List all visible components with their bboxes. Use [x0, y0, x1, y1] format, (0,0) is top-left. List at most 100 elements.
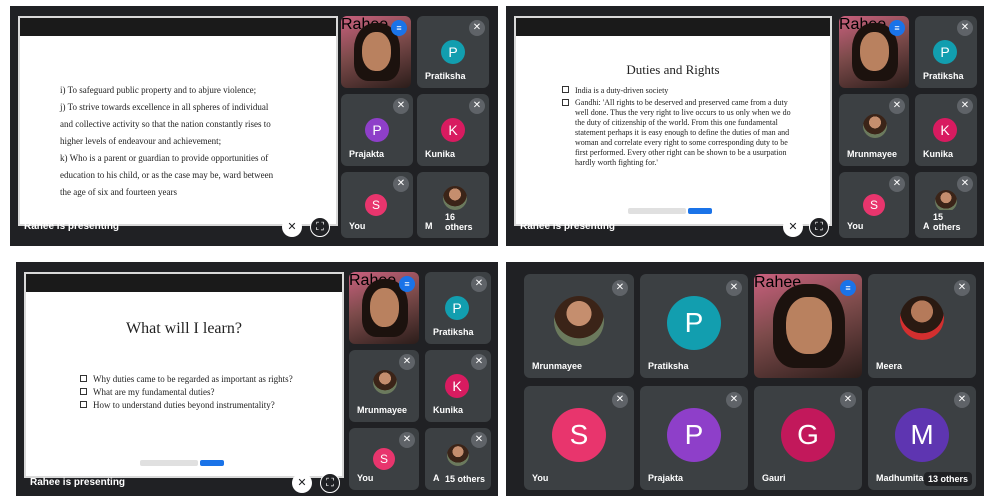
video-tile[interactable]: ✕ P Pratiksha [425, 272, 491, 344]
video-tile[interactable]: ✕ S You [349, 428, 419, 490]
video-tile-others[interactable]: ✕ A 15 others [915, 172, 977, 238]
mic-off-icon: ✕ [726, 280, 742, 296]
avatar: S [552, 408, 606, 462]
avatar [554, 296, 604, 346]
participant-name: Mrunmayee [532, 361, 583, 371]
avatar: K [445, 374, 469, 398]
video-tile[interactable]: ✕ Meera [868, 274, 976, 378]
video-tile[interactable]: ✕ P Pratiksha [417, 16, 489, 88]
video-tile[interactable]: ✕ G Gauri [754, 386, 862, 490]
mic-off-icon[interactable]: ✕ [292, 473, 312, 493]
slide-line: j) To strive towards excellence in all s… [60, 102, 269, 112]
slide-bullet: India is a duty-driven society [575, 86, 669, 95]
audio-wave-icon: ≡ [399, 276, 415, 292]
others-count[interactable]: 13 others [923, 472, 972, 486]
mic-off-icon: ✕ [393, 98, 409, 114]
audio-wave-icon: ≡ [391, 20, 407, 36]
mic-off-icon: ✕ [399, 432, 415, 448]
video-tile[interactable]: ✕ S You [524, 386, 634, 490]
avatar: K [933, 118, 957, 142]
slide-bullet: Gandhi: 'All rights to be deserved and p… [575, 98, 791, 167]
video-tile-others[interactable]: ✕ A 15 others [425, 428, 491, 490]
mic-off-icon: ✕ [957, 98, 973, 114]
meet-panel-4: ✕ Mrunmayee ✕ P Pratiksha ≡ Rahee ✕ Meer… [506, 262, 984, 496]
slide-bullet: Why duties came to be regarded as import… [93, 374, 293, 384]
fullscreen-icon[interactable]: ⛶ [809, 217, 829, 237]
fullscreen-icon[interactable]: ⛶ [320, 473, 340, 493]
participant-name: Pratiksha [648, 361, 689, 371]
video-tile[interactable]: ✕ Mrunmayee [839, 94, 909, 166]
bullet-icon [562, 86, 569, 93]
video-tile[interactable]: ✕ K Kunika [425, 350, 491, 422]
mic-off-icon: ✕ [612, 392, 628, 408]
shared-slide: Duties and Rights India is a duty-driven… [514, 16, 832, 226]
meet-panel-2: Duties and Rights India is a duty-driven… [506, 6, 984, 246]
presenting-label: Rahee is presenting [24, 221, 120, 232]
presenting-label: Rahee is presenting [520, 221, 616, 232]
video-tile-others[interactable]: M 16 others [417, 172, 489, 238]
mic-off-icon[interactable]: ✕ [783, 217, 803, 237]
slide-topbar [20, 18, 336, 36]
participant-name: You [357, 473, 374, 483]
slide-title: What will I learn? [126, 320, 242, 337]
avatar: P [933, 40, 957, 64]
meet-panel-3: What will I learn? Why duties came to be… [16, 262, 498, 496]
participant-name: Kunika [425, 149, 456, 159]
meet-panel-1: i) To safeguard public property and to a… [10, 6, 498, 246]
avatar: K [441, 118, 465, 142]
others-count[interactable]: 16 others [441, 210, 489, 234]
participant-name: Gauri [762, 473, 786, 483]
slide-title: Duties and Rights [626, 62, 720, 77]
others-count[interactable]: 15 others [929, 210, 977, 234]
video-tile-others[interactable]: ✕ M Madhumita 13 others [868, 386, 976, 490]
participant-name: A [433, 473, 440, 483]
participant-name: Pratiksha [433, 327, 474, 337]
avatar: P [441, 40, 465, 64]
audio-wave-icon: ≡ [840, 280, 856, 296]
video-tile-rahee[interactable]: ≡ Rahee [839, 16, 909, 88]
mic-off-icon: ✕ [471, 354, 487, 370]
slide-footer-bar [140, 460, 198, 466]
slide-footer-button [200, 460, 224, 466]
video-tile-rahee[interactable]: ≡ Rahee [341, 16, 411, 88]
video-tile[interactable]: ✕ P Pratiksha [915, 16, 977, 88]
participant-name: Prajakta [349, 149, 385, 159]
participant-name: You [532, 473, 549, 483]
video-tile-rahee[interactable]: ≡ Rahee [754, 274, 862, 378]
slide-line: and collective activity so that the nati… [60, 119, 271, 129]
video-tile[interactable]: ✕ Mrunmayee [349, 350, 419, 422]
avatar: G [781, 408, 835, 462]
video-tile[interactable]: ✕ P Prajakta [640, 386, 748, 490]
slide-bullet: What are my fundamental duties? [93, 387, 215, 397]
video-tile[interactable]: ✕ K Kunika [915, 94, 977, 166]
video-tile[interactable]: ✕ S You [839, 172, 909, 238]
others-count[interactable]: 15 others [441, 472, 490, 486]
mic-off-icon: ✕ [840, 392, 856, 408]
avatar [935, 190, 957, 212]
video-tile[interactable]: ✕ Mrunmayee [524, 274, 634, 378]
participant-name: M [425, 221, 433, 231]
avatar [447, 444, 469, 466]
avatar: P [667, 296, 721, 350]
video-tile[interactable]: ✕ P Pratiksha [640, 274, 748, 378]
video-tile[interactable]: ✕ K Kunika [417, 94, 489, 166]
audio-wave-icon: ≡ [889, 20, 905, 36]
participant-name: Mrunmayee [357, 405, 408, 415]
slide-line: higher levels of endeavour and achieveme… [60, 136, 222, 146]
participant-name: Madhumita [876, 473, 924, 483]
mic-off-icon: ✕ [726, 392, 742, 408]
fullscreen-icon[interactable]: ⛶ [310, 217, 330, 237]
participant-name: Meera [876, 361, 903, 371]
video-tile[interactable]: ✕ S You [341, 172, 413, 238]
participant-name: You [847, 221, 864, 231]
shared-slide: What will I learn? Why duties came to be… [24, 272, 344, 478]
video-tile[interactable]: ✕ P Prajakta [341, 94, 413, 166]
participant-name: You [349, 221, 366, 231]
avatar: P [445, 296, 469, 320]
avatar: M [895, 408, 949, 462]
slide-topbar [26, 274, 342, 292]
mic-off-icon[interactable]: ✕ [282, 217, 302, 237]
video-tile-rahee[interactable]: ≡ Rahee [349, 272, 419, 344]
mic-off-icon: ✕ [957, 20, 973, 36]
slide-line: the age of six and fourteen years [60, 187, 177, 197]
